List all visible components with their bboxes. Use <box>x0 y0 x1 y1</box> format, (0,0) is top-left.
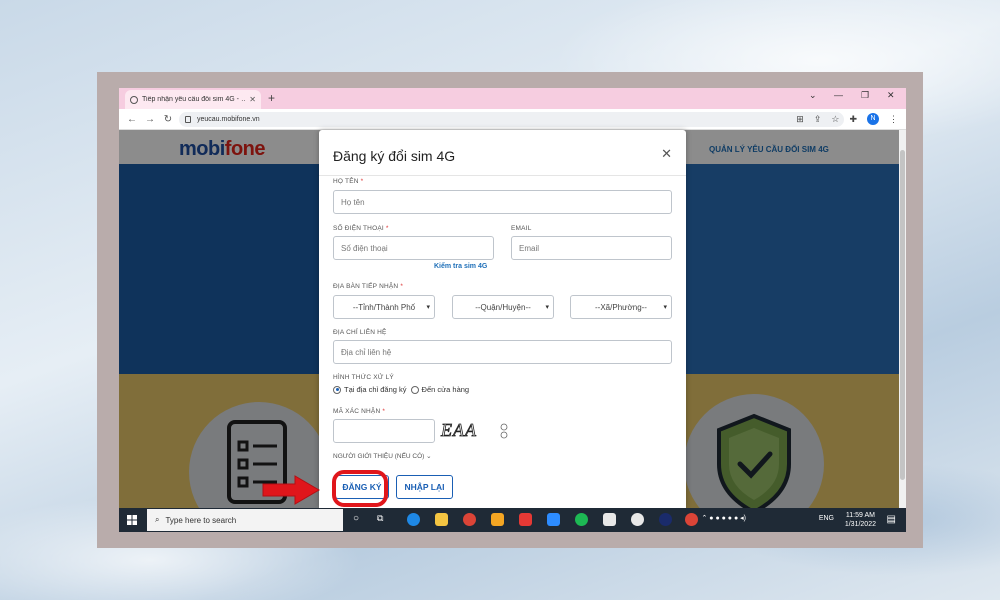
chevron-down-icon: ⌄ <box>426 453 432 460</box>
modal-title: Đăng ký đổi sim 4G <box>333 148 456 164</box>
area-label: ĐỊA BÀN TIẾP NHẬN * <box>333 283 404 290</box>
search-placeholder: Type here to search <box>165 515 237 525</box>
captcha-input[interactable] <box>333 419 435 443</box>
app-icon[interactable] <box>519 513 532 526</box>
chat-icon[interactable] <box>631 513 644 526</box>
minimize-button[interactable]: — <box>834 90 843 100</box>
reset-button[interactable]: NHẬP LẠI <box>396 475 453 499</box>
register-sim-modal: Đăng ký đổi sim 4G ✕ HỌ TÊN * Họ tên SỐ … <box>319 130 686 508</box>
email-label: EMAIL <box>511 225 532 232</box>
highlight-ring <box>332 470 388 507</box>
phone-label: SỐ ĐIỆN THOẠI * <box>333 225 389 232</box>
captcha-text: EAA <box>440 420 477 440</box>
zoom-icon[interactable] <box>547 513 560 526</box>
browser-tab[interactable]: Tiếp nhận yêu cầu đổi sim 4G - … ✕ <box>125 90 261 109</box>
red-arrow-icon <box>262 475 320 505</box>
search-icon: ⌕ <box>155 515 160 524</box>
method-option-address: Tại địa chỉ đăng ký <box>344 385 407 394</box>
menu-kebab-icon[interactable]: ⋮ <box>889 114 898 125</box>
tab-search-icon[interactable]: ⌄ <box>809 90 817 101</box>
translate-icon[interactable]: ⊞ <box>796 114 804 125</box>
camera-icon[interactable] <box>659 513 672 526</box>
windows-start-icon[interactable] <box>127 515 137 525</box>
windows-taskbar: ⌕ Type here to search ○ ⧉ ⌃ ● ● ● ● ● ◂)… <box>119 508 906 532</box>
cortana-icon[interactable]: ○ <box>353 513 366 526</box>
profile-avatar[interactable]: N <box>867 113 879 125</box>
system-clock[interactable]: 11:59 AM 1/31/2022 <box>845 511 876 529</box>
task-view-icon[interactable]: ⧉ <box>377 513 390 526</box>
globe-icon <box>130 95 138 104</box>
restore-button[interactable]: ❐ <box>861 90 869 101</box>
close-tab-icon[interactable]: ✕ <box>249 95 256 104</box>
taskbar-search[interactable]: ⌕ Type here to search <box>147 509 343 531</box>
browser-tab-bar: Tiếp nhận yêu cầu đổi sim 4G - … ✕ + ⌄ —… <box>119 88 906 109</box>
paint-icon[interactable] <box>491 513 504 526</box>
email-input[interactable]: Email <box>511 236 672 260</box>
address-textarea[interactable]: Địa chỉ liên hệ <box>333 340 672 364</box>
chevron-down-icon: ▾ <box>545 304 549 311</box>
close-icon[interactable]: ✕ <box>661 146 672 162</box>
captcha-label: MÃ XÁC NHẬN * <box>333 408 386 415</box>
check-sim-link[interactable]: Kiểm tra sim 4G <box>434 263 487 270</box>
method-radio-address[interactable] <box>333 385 341 394</box>
back-icon[interactable]: ← <box>127 114 137 125</box>
system-tray-icons[interactable]: ⌃ ● ● ● ● ● ◂) <box>701 514 746 522</box>
reload-icon[interactable]: ↻ <box>163 114 173 125</box>
method-label: HÌNH THỨC XỬ LÝ <box>333 374 394 381</box>
tab-title: Tiếp nhận yêu cầu đổi sim 4G - … <box>142 96 247 103</box>
chevron-down-icon: ▾ <box>426 304 430 311</box>
method-option-store: Đến cửa hàng <box>421 385 470 394</box>
desktop-screen: Tiếp nhận yêu cầu đổi sim 4G - … ✕ + ⌄ —… <box>119 88 906 532</box>
edge-icon[interactable] <box>407 513 420 526</box>
method-radio-group: Tại địa chỉ đăng ký Đến cửa hàng <box>333 385 469 394</box>
modal-header: Đăng ký đổi sim 4G ✕ <box>319 130 686 176</box>
address-label: ĐỊA CHỈ LIÊN HỆ <box>333 329 387 336</box>
spotify-icon[interactable] <box>575 513 588 526</box>
method-radio-store[interactable] <box>410 385 419 394</box>
extensions-icon[interactable]: ✚ <box>849 114 857 125</box>
phone-input[interactable]: Số điện thoại <box>333 236 494 260</box>
close-window-button[interactable]: ✕ <box>887 90 895 101</box>
lock-icon <box>185 116 191 123</box>
url-text: yeucau.mobifone.vn <box>197 116 260 123</box>
province-select[interactable]: --Tỉnh/Thành Phố ▾ <box>333 295 435 319</box>
notes-icon[interactable] <box>603 513 616 526</box>
fullname-input[interactable]: Họ tên <box>333 190 672 214</box>
forward-icon[interactable]: → <box>145 114 155 125</box>
file-explorer-icon[interactable] <box>435 513 448 526</box>
bookmark-star-icon[interactable]: ☆ <box>831 114 839 125</box>
chevron-down-icon: ▾ <box>663 304 667 311</box>
ward-select[interactable]: --Xã/Phường-- ▾ <box>570 295 672 319</box>
address-bar[interactable]: yeucau.mobifone.vn <box>179 112 844 127</box>
page-scrollbar[interactable] <box>899 130 906 508</box>
browser-toolbar: ← → ↻ yeucau.mobifone.vn ⊞ ⇪ ☆ ✚ N ⋮ <box>119 109 906 130</box>
new-tab-button[interactable]: + <box>268 91 275 105</box>
district-select[interactable]: --Quận/Huyện-- ▾ <box>452 295 554 319</box>
language-indicator[interactable]: ENG <box>819 515 834 522</box>
referrer-toggle[interactable]: NGƯỜI GIỚI THIỆU (NẾU CÓ) ⌄ <box>333 452 432 460</box>
captcha-image: EAA <box>440 420 508 440</box>
chrome-icon[interactable] <box>463 513 476 526</box>
share-icon[interactable]: ⇪ <box>814 114 822 125</box>
chrome-active-icon[interactable] <box>685 513 698 526</box>
fullname-label: HỌ TÊN * <box>333 178 364 185</box>
notification-icon[interactable]: ▤ <box>887 514 896 525</box>
